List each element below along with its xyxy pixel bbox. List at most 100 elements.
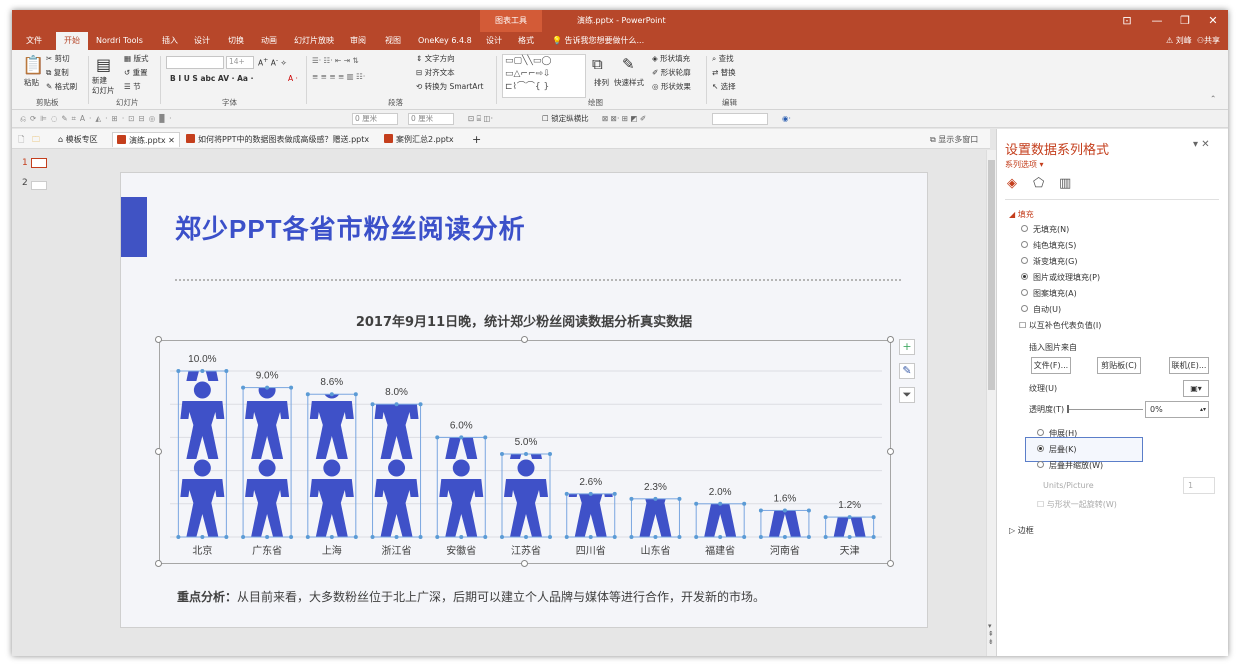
tab-view[interactable]: 视图	[385, 32, 401, 50]
stack-and-scale-option[interactable]: 层叠并缩放(W)	[1049, 460, 1103, 471]
units-per-picture-input[interactable]: 1	[1183, 477, 1215, 494]
user-area[interactable]: ⚠ 刘峰 ⚇共享	[1166, 32, 1220, 50]
close-button[interactable]: ✕	[1198, 10, 1228, 32]
format-painter-button[interactable]: ✎ 格式刷	[46, 82, 77, 92]
minimize-button[interactable]: —	[1142, 10, 1172, 32]
stack-option[interactable]: 层叠(K)	[1049, 444, 1077, 455]
series-options-bars-icon[interactable]: ▥	[1059, 176, 1071, 191]
toolbar-combo[interactable]	[712, 113, 768, 125]
shape-fill-button[interactable]: ◈ 形状填充	[652, 54, 690, 64]
section-button[interactable]: ☰ 节	[124, 82, 141, 92]
scroll-arrows-icon[interactable]: ▾ ⇞ ⇟	[988, 622, 994, 646]
chart-elements-plus-icon[interactable]: +	[899, 339, 915, 355]
reset-button[interactable]: ↺ 重置	[124, 68, 148, 78]
border-section-header[interactable]: ▷ 边框	[1009, 525, 1034, 536]
spinner-icon[interactable]: ▴▾	[1200, 402, 1208, 417]
folder-icon[interactable]: 🗀	[32, 132, 40, 147]
tab-nordri-tools[interactable]: Nordri Tools	[96, 32, 143, 50]
add-tab-icon[interactable]: +	[472, 132, 481, 147]
resize-handle[interactable]	[521, 560, 528, 567]
height-input[interactable]: 0 厘米	[352, 113, 398, 125]
select-button[interactable]: ↖ 选择	[712, 82, 736, 92]
align-buttons[interactable]: ≡ ≡ ≡ ≡ ▥ ☷·	[312, 72, 365, 82]
tab-file[interactable]: 文件	[26, 32, 42, 50]
fill-option-pattern[interactable]: 图案填充(A)	[1033, 288, 1077, 299]
tab-onekey[interactable]: OneKey 6.4.8	[418, 32, 472, 50]
toolbar-icons-left[interactable]: ⎌⟳⊫◌✎⌗A·◭·⊞·⊡⊟◎▉·	[20, 114, 175, 124]
arrange-button[interactable]: 排列	[594, 78, 609, 88]
picture-from-clipboard-button[interactable]: 剪贴板(C)	[1097, 357, 1141, 374]
tell-me-search[interactable]: 💡 告诉我您想要做什么...	[552, 32, 644, 50]
fill-option-none[interactable]: 无填充(N)	[1033, 224, 1069, 235]
tab-insert[interactable]: 插入	[162, 32, 178, 50]
grow-shrink-font-icons[interactable]: A+ A- ✧	[258, 56, 287, 69]
replace-button[interactable]: ⇄ 替换	[712, 68, 736, 78]
new-doc-icon[interactable]: 🗋	[18, 132, 24, 147]
width-input[interactable]: 0 厘米	[408, 113, 454, 125]
doc-tab-templates[interactable]: ⌂ 模板专区	[58, 132, 98, 147]
lock-ratio-checkbox[interactable]: ☐ 锁定纵横比	[542, 114, 589, 124]
font-family-select[interactable]	[166, 56, 224, 69]
picture-online-button[interactable]: 联机(E)...	[1169, 357, 1209, 374]
new-slide-button[interactable]: 新建 幻灯片	[92, 76, 115, 96]
pictograph-bar-chart[interactable]: 10.0% 北京 9.0% 广东省 8.6% 上海 8.0% 浙江省 6.0% 安徽省 5.0% 江苏…	[160, 341, 892, 565]
transparency-input[interactable]: 0% ▴▾	[1145, 401, 1209, 418]
slide-title[interactable]: 郑少PPT各省市粉丝阅读分析	[175, 209, 526, 246]
quick-styles-icon[interactable]: ✎	[622, 56, 635, 72]
chart-frame[interactable]: 10.0% 北京 9.0% 广东省 8.6% 上海 8.0% 浙江省 6.0% 安徽省 5.0% 江苏…	[159, 340, 891, 564]
quick-styles-button[interactable]: 快速样式	[614, 78, 644, 88]
slide-thumbnail-1[interactable]	[31, 158, 47, 168]
effects-pentagon-icon[interactable]: ⬠	[1033, 176, 1044, 191]
fill-option-picture[interactable]: 图片或纹理填充(P)	[1033, 272, 1100, 283]
invert-negative-checkbox[interactable]: ☐ 以互补色代表负值(I)	[1019, 320, 1101, 331]
resize-handle[interactable]	[887, 448, 894, 455]
share-button[interactable]: 共享	[1204, 36, 1220, 45]
collapse-ribbon-icon[interactable]: ⌃	[1210, 94, 1216, 104]
tab-chart-design[interactable]: 设计	[486, 32, 502, 50]
show-multi-window-button[interactable]: ⧉ 显示多窗口	[930, 132, 978, 147]
series-options-dropdown[interactable]: 系列选项 ▾	[1005, 159, 1044, 170]
restore-button[interactable]: ❐	[1170, 10, 1200, 32]
slide-subtitle[interactable]: 2017年9月11日晚，统计郑少粉丝阅读数据分析真实数据	[121, 311, 927, 330]
font-size-select[interactable]: 14+	[226, 56, 254, 69]
paste-icon[interactable]: 📋	[22, 56, 44, 76]
tab-animations[interactable]: 动画	[261, 32, 277, 50]
tab-transitions[interactable]: 切换	[228, 32, 244, 50]
dropdown-blue-icon[interactable]: ◉·	[782, 114, 791, 124]
tab-review[interactable]: 审阅	[350, 32, 366, 50]
fill-radio-pattern[interactable]	[1021, 289, 1028, 296]
font-color-button[interactable]: A ·	[288, 74, 298, 84]
shapes-gallery[interactable]: ▭▢╲╲▭◯ ▭△⌐⌐⇨⇩ ⊏⌇⌒⌒{ }	[502, 54, 586, 98]
fill-section-header[interactable]: ◢ 填充	[1009, 209, 1034, 220]
transparency-slider-thumb[interactable]	[1067, 405, 1069, 413]
resize-handle[interactable]	[155, 560, 162, 567]
fill-option-gradient[interactable]: 渐变填充(G)	[1033, 256, 1077, 267]
stretch-radio[interactable]	[1037, 429, 1044, 436]
fill-radio-gradient[interactable]	[1021, 257, 1028, 264]
find-button[interactable]: ⌕ 查找	[712, 54, 734, 64]
picture-from-file-button[interactable]: 文件(F)...	[1031, 357, 1071, 374]
doc-tab-cases[interactable]: 案例汇总2.pptx	[384, 132, 454, 147]
layout-button[interactable]: ▦ 版式	[124, 54, 148, 64]
texture-dropdown[interactable]: ▣▾	[1183, 380, 1209, 397]
fill-radio-picture[interactable]	[1021, 273, 1028, 280]
doc-tab-active[interactable]: 演练.pptx ✕	[112, 132, 180, 147]
tab-slideshow[interactable]: 幻灯片放映	[294, 32, 334, 50]
chart-styles-brush-icon[interactable]: ✎	[899, 363, 915, 379]
slide-thumbnail-2[interactable]	[31, 181, 47, 190]
rotate-with-shape-checkbox[interactable]: ☐ 与形状一起旋转(W)	[1037, 499, 1117, 510]
fill-radio-solid[interactable]	[1021, 241, 1028, 248]
analysis-text[interactable]: 重点分析：从目前来看，大多数粉丝位于北上广深，后期可以建立个人品牌与媒体等进行合…	[177, 588, 765, 605]
fill-radio-auto[interactable]	[1021, 305, 1028, 312]
resize-handle[interactable]	[521, 336, 528, 343]
align-text-button[interactable]: ⊟ 对齐文本	[416, 68, 455, 78]
tab-design[interactable]: 设计	[194, 32, 210, 50]
toolbar-icons-right[interactable]: ⊠ ⊠· ⊞ ◩ ✐	[602, 114, 646, 124]
arrange-icon[interactable]: ⧉	[592, 56, 603, 72]
doc-tab-howto[interactable]: 如何将PPT中的数据图表做成高级感？赠送.pptx	[186, 132, 369, 147]
text-direction-button[interactable]: ⇕ 文字方向	[416, 54, 455, 64]
paste-button[interactable]: 粘贴	[24, 78, 39, 88]
stack-radio[interactable]	[1037, 445, 1044, 452]
tab-home[interactable]: 开始	[56, 32, 88, 50]
fill-option-auto[interactable]: 自动(U)	[1033, 304, 1061, 315]
